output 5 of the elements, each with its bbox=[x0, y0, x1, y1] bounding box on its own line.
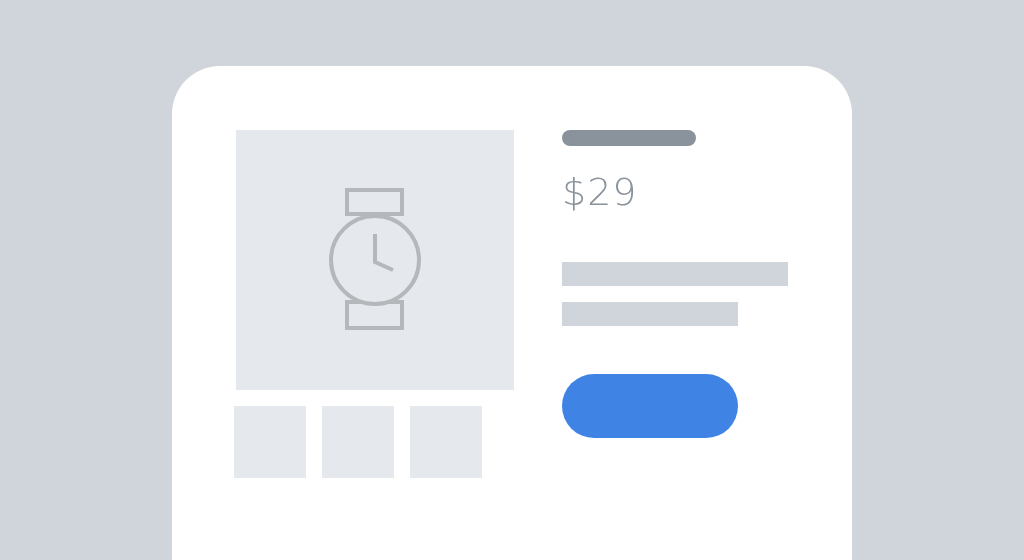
thumbnail-placeholder[interactable] bbox=[322, 406, 394, 478]
price: $29 bbox=[562, 169, 638, 216]
thumbnail-placeholder[interactable] bbox=[234, 406, 306, 478]
thumbnail-placeholder[interactable] bbox=[410, 406, 482, 478]
watch-icon bbox=[327, 188, 423, 332]
